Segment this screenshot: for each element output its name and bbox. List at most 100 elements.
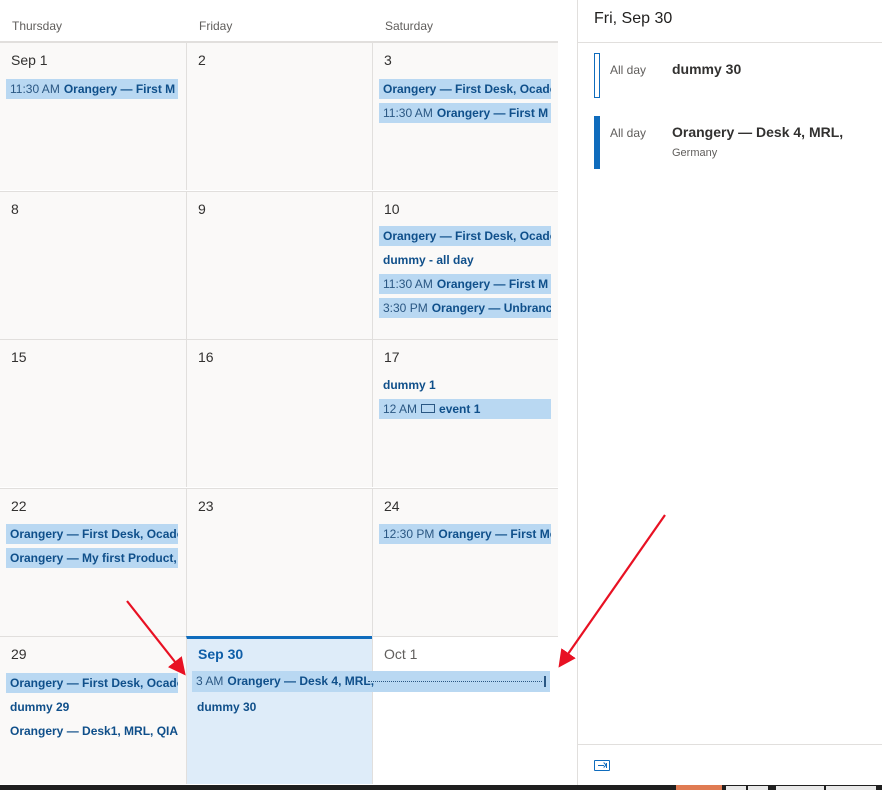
event-end-marker	[544, 676, 546, 687]
event-item[interactable]: Orangery — Desk1, MRL, QIAU	[6, 721, 178, 741]
taskbar-item[interactable]	[748, 786, 768, 790]
agenda-time: All day	[610, 63, 647, 77]
taskbar-item[interactable]	[826, 786, 876, 790]
day-cell-sep-22[interactable]: 22 Orangery — First Desk, Ocado Orangery…	[0, 488, 186, 636]
event-item[interactable]: dummy 1	[379, 375, 551, 395]
date-number: 8	[11, 201, 19, 217]
event-item[interactable]: 12:30 PM Orangery — First Me	[379, 524, 551, 544]
agenda-title: dummy 30	[672, 61, 742, 77]
day-header-friday: Friday	[199, 19, 233, 33]
event-title: Orangery — First Me	[438, 527, 551, 541]
event-item[interactable]: dummy - all day	[379, 250, 551, 270]
event-item[interactable]: 11:30 AM Orangery — First M	[6, 79, 178, 99]
date-number: Sep 30	[198, 646, 244, 662]
day-cell-sep-24[interactable]: 24 12:30 PM Orangery — First Me	[372, 488, 558, 636]
day-cell-sep-2[interactable]: 2	[186, 42, 372, 190]
date-number: 16	[198, 349, 214, 365]
multi-day-event[interactable]: 3 AM Orangery — Desk 4, MRL,	[192, 671, 550, 692]
agenda-item[interactable]: All day dummy 30	[594, 53, 874, 98]
date-number: 23	[198, 498, 214, 514]
taskbar-item[interactable]	[776, 786, 824, 790]
event-title: Orangery — Unbranc	[431, 301, 551, 315]
agenda-item[interactable]: All day Orangery — Desk 4, MRL, Germany	[594, 116, 874, 169]
date-number: 10	[384, 201, 400, 217]
event-time: 11:30 AM	[383, 106, 433, 120]
date-number: Oct 1	[384, 646, 418, 662]
event-item[interactable]: Orangery — First Desk, Ocado	[6, 673, 178, 693]
calendar-color-bar	[594, 116, 600, 169]
date-number: 15	[11, 349, 27, 365]
agenda-location: Germany	[672, 147, 718, 159]
event-title: event 1	[439, 402, 481, 416]
day-cell-sep-15[interactable]: 15	[0, 339, 186, 487]
day-cell-sep-16[interactable]: 16	[186, 339, 372, 487]
calendar-scroll-gutter	[558, 42, 577, 785]
panel-title: Fri, Sep 30	[594, 10, 673, 27]
day-cell-sep-23[interactable]: 23	[186, 488, 372, 636]
event-item[interactable]: 11:30 AM Orangery — First M	[379, 103, 551, 123]
event-item[interactable]: Orangery — My first Product,	[6, 548, 178, 568]
day-header-row: Thursday Friday Saturday	[0, 0, 558, 42]
event-title: Orangery — First M	[63, 82, 176, 96]
event-title: Orangery — First M	[436, 106, 549, 120]
day-header-saturday: Saturday	[385, 19, 434, 33]
event-time: 11:30 AM	[10, 82, 60, 96]
event-title: Orangery — First Desk, Ocado	[10, 527, 178, 541]
event-card-icon	[421, 404, 436, 414]
divider	[578, 744, 882, 745]
event-title: dummy 30	[197, 700, 257, 714]
taskbar-item[interactable]	[676, 785, 722, 790]
event-title: Orangery — My first Product,	[10, 551, 177, 565]
day-header-thursday: Thursday	[12, 19, 63, 33]
event-title: Orangery — Desk 4, MRL,	[227, 674, 375, 688]
event-time: 12 AM	[383, 402, 418, 416]
date-number: 3	[384, 52, 392, 68]
date-number: 22	[11, 498, 27, 514]
day-cell-sep-10[interactable]: 10 Orangery — First Desk, Ocado dummy - …	[372, 191, 558, 339]
agenda-time: All day	[610, 126, 647, 140]
date-number: 17	[384, 349, 400, 365]
agenda-title: Orangery — Desk 4, MRL,	[672, 124, 844, 140]
event-title: dummy 29	[10, 700, 70, 714]
event-title: dummy - all day	[383, 253, 474, 267]
divider	[578, 42, 882, 43]
event-item[interactable]: 11:30 AM Orangery — First M	[379, 274, 551, 294]
event-item[interactable]: Orangery — First Desk, Ocado	[379, 79, 551, 99]
event-title: Orangery — Desk1, MRL, QIAU	[10, 724, 178, 738]
event-item[interactable]: dummy 29	[6, 697, 178, 717]
taskbar-item[interactable]	[726, 786, 746, 790]
event-time: 3 AM	[196, 674, 224, 688]
date-number: 29	[11, 646, 27, 662]
event-time: 11:30 AM	[383, 277, 433, 291]
day-cell-oct-1[interactable]: Oct 1	[372, 636, 558, 784]
event-item[interactable]: Orangery — First Desk, Ocado	[379, 226, 551, 246]
event-item[interactable]: 3:30 PM Orangery — Unbranc	[379, 298, 551, 318]
day-cell-sep-29[interactable]: 29 Orangery — First Desk, Ocado dummy 29…	[0, 636, 186, 784]
event-item[interactable]: Orangery — First Desk, Ocado	[6, 524, 178, 544]
event-title: Orangery — First Desk, Ocado	[383, 82, 551, 96]
date-number: 24	[384, 498, 400, 514]
event-item[interactable]: dummy 30	[193, 697, 365, 717]
event-item[interactable]: 12 AM event 1	[379, 399, 551, 419]
event-title: Orangery — First M	[436, 277, 549, 291]
expand-panel-icon[interactable]	[594, 760, 610, 771]
day-cell-sep-30-today[interactable]: Sep 30 dummy 30	[186, 636, 372, 784]
day-cell-sep-17[interactable]: 17 dummy 1 12 AM event 1	[372, 339, 558, 487]
day-cell-sep-9[interactable]: 9	[186, 191, 372, 339]
calendar-color-bar	[594, 53, 600, 98]
day-cell-sep-3[interactable]: 3 Orangery — First Desk, Ocado 11:30 AM O…	[372, 42, 558, 190]
event-title: Orangery — First Desk, Ocado	[383, 229, 551, 243]
day-details-panel: Fri, Sep 30 All day dummy 30 All day Ora…	[577, 0, 882, 785]
event-title: Orangery — First Desk, Ocado	[10, 676, 178, 690]
date-number: Sep 1	[11, 52, 48, 68]
date-number: 9	[198, 201, 206, 217]
taskbar-strip	[0, 785, 882, 790]
event-time: 3:30 PM	[383, 301, 428, 315]
day-cell-sep-1[interactable]: Sep 1 11:30 AM Orangery — First M	[0, 42, 186, 190]
event-title: dummy 1	[383, 378, 436, 392]
month-calendar: Thursday Friday Saturday Sep 1 11:30 AM O…	[0, 0, 558, 785]
event-time: 12:30 PM	[383, 527, 435, 541]
day-cell-sep-8[interactable]: 8	[0, 191, 186, 339]
event-continuation-line	[368, 681, 542, 682]
date-number: 2	[198, 52, 206, 68]
